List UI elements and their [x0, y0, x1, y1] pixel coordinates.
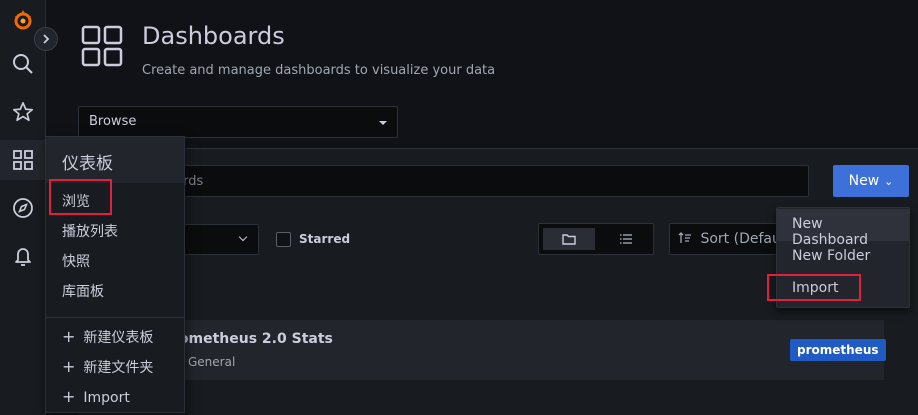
flyout-action-new-dashboard[interactable]: + 新建仪表板 — [62, 327, 153, 347]
starred-label: Starred — [299, 232, 351, 246]
compass-icon[interactable] — [0, 188, 46, 228]
dashboards-header-icon — [80, 24, 124, 72]
flyout-item-library-panels[interactable]: 库面板 — [62, 281, 104, 301]
plus-icon: + — [62, 357, 76, 376]
chevron-down-icon: ⌄ — [884, 174, 894, 188]
plus-icon: + — [62, 387, 76, 406]
sort-icon — [678, 232, 691, 243]
sidebar — [0, 0, 46, 415]
dashboard-folder: General — [188, 355, 236, 369]
flyout-action-label: 新建仪表板 — [83, 330, 154, 346]
menu-item-new-dashboard[interactable]: New Dashboard — [777, 209, 909, 248]
tab-select-value: Browse — [89, 114, 137, 129]
view-toggle — [538, 223, 654, 255]
flyout-item-snapshots[interactable]: 快照 — [62, 251, 90, 271]
star-icon[interactable] — [0, 92, 46, 132]
dashboard-list-item[interactable] — [78, 320, 884, 380]
list-icon — [620, 234, 632, 244]
sort-select[interactable]: Sort (Defaul — [669, 223, 789, 255]
search-input[interactable] — [78, 165, 809, 197]
dashboards-flyout-menu: 仪表板 浏览 播放列表 快照 库面板 + 新建仪表板 + 新建文件夹 + Import — [45, 136, 185, 413]
sort-label: Sort (Defaul — [700, 231, 785, 247]
chevron-right-icon — [43, 34, 50, 44]
folder-icon — [562, 234, 576, 245]
flyout-divider — [46, 317, 184, 318]
flyout-title[interactable]: 仪表板 — [46, 137, 184, 183]
folder-view-button[interactable] — [543, 228, 595, 250]
flyout-action-new-folder[interactable]: + 新建文件夹 — [62, 357, 153, 377]
flyout-action-label: Import — [83, 390, 130, 406]
highlight-box-import — [767, 274, 861, 301]
flyout-action-import[interactable]: + Import — [62, 387, 130, 406]
chevron-down-icon — [238, 232, 248, 242]
menu-item-new-folder[interactable]: New Folder — [777, 241, 909, 273]
flyout-item-playlists[interactable]: 播放列表 — [62, 221, 118, 241]
list-view-button[interactable] — [601, 228, 651, 250]
plus-icon: + — [62, 327, 76, 346]
highlight-box-browse — [49, 179, 112, 215]
new-button[interactable]: New ⌄ — [833, 165, 909, 197]
tab-select[interactable]: Browse — [78, 106, 398, 138]
bell-icon[interactable] — [0, 236, 46, 276]
search-icon[interactable] — [0, 44, 46, 84]
page-title: Dashboards — [142, 22, 285, 50]
dashboards-icon[interactable] — [0, 140, 46, 180]
new-button-label: New — [848, 173, 880, 189]
caret-down-icon — [379, 121, 387, 125]
page-subtitle: Create and manage dashboards to visualiz… — [142, 63, 496, 78]
expand-sidebar-button[interactable] — [34, 27, 58, 51]
tag-badge[interactable]: prometheus — [790, 339, 886, 361]
starred-checkbox[interactable] — [276, 232, 291, 247]
flyout-action-label: 新建文件夹 — [83, 360, 154, 376]
dashboard-name[interactable]: rometheus 2.0 Stats — [172, 331, 333, 347]
